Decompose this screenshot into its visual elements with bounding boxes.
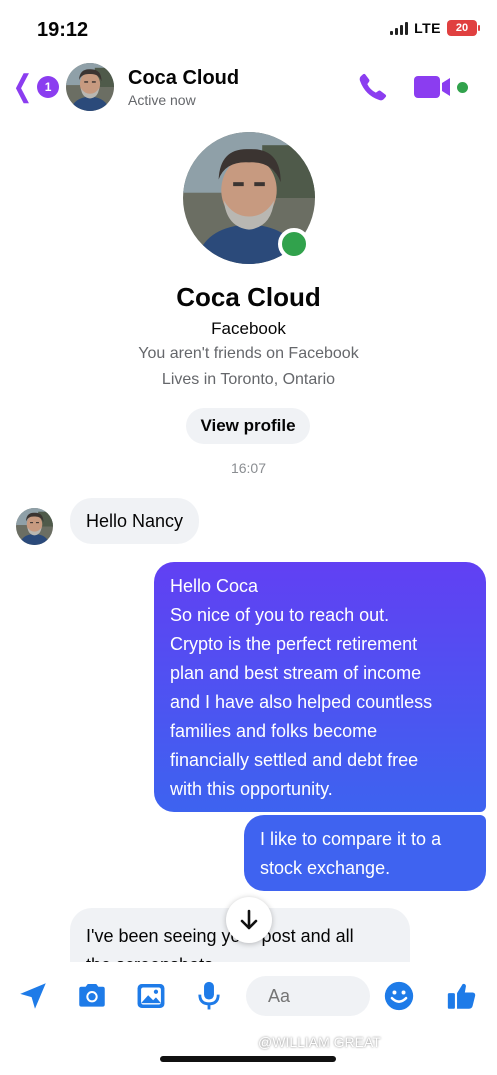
- status-indicators: LTE 20: [390, 20, 480, 36]
- message-line: stock exchange.: [260, 858, 391, 878]
- video-camera-icon: [414, 76, 450, 98]
- sender-avatar[interactable]: [16, 508, 53, 545]
- message-line: financially settled and debt free: [170, 750, 419, 770]
- message-line: Crypto is the perfect retirement: [170, 634, 418, 654]
- gallery-button[interactable]: [134, 979, 168, 1013]
- emoji-button[interactable]: [382, 979, 416, 1013]
- message-line: So nice of you to reach out.: [170, 605, 390, 625]
- incoming-message[interactable]: Hello Nancy: [70, 498, 200, 544]
- profile-platform: Facebook: [211, 319, 286, 338]
- view-profile-button[interactable]: View profile: [186, 408, 310, 444]
- message-composer: @WILLIAM GREAT: [0, 962, 497, 1075]
- share-location-button[interactable]: [16, 979, 50, 1013]
- message-timestamp: 16:07: [230, 460, 267, 476]
- message-text: Hello Nancy: [86, 510, 184, 531]
- sender-avatar-image: [16, 508, 53, 545]
- active-status: Active now: [128, 92, 196, 108]
- contact-name[interactable]: Coca Cloud: [128, 67, 239, 90]
- network-label: LTE: [414, 20, 441, 36]
- call-button[interactable]: [356, 70, 390, 104]
- microphone-icon: [198, 981, 220, 1010]
- status-bar: 19:12 LTE 20: [0, 0, 497, 56]
- arrow-down-icon: [240, 909, 258, 930]
- emoji-icon: [384, 981, 414, 1011]
- message-line: with this opportunity.: [170, 779, 333, 799]
- message-line: Hello Coca: [170, 576, 259, 596]
- home-indicator[interactable]: [160, 1056, 336, 1062]
- profile-name: Coca Cloud: [176, 282, 321, 312]
- signal-icon: [390, 21, 409, 35]
- message-line: I like to compare it to a: [260, 829, 442, 849]
- avatar-image: [66, 63, 114, 111]
- message-line: families and folks become: [170, 721, 378, 741]
- battery-icon: 20: [447, 20, 480, 36]
- profile-online-indicator: [278, 228, 310, 260]
- outgoing-message[interactable]: Hello Coca So nice of you to reach out. …: [154, 562, 486, 812]
- avatar[interactable]: [66, 63, 114, 111]
- phone-icon: [359, 73, 387, 101]
- camera-icon: [79, 983, 105, 1007]
- image-icon: [137, 983, 165, 1009]
- unread-badge: 1: [37, 76, 60, 98]
- message-line: plan and best stream of income: [170, 663, 422, 683]
- battery-level: 20: [455, 22, 469, 34]
- chat-header: ❮ 1 Coca Cloud Active now: [0, 56, 497, 120]
- online-indicator: [457, 82, 468, 93]
- camera-button[interactable]: [75, 979, 109, 1013]
- composer-fade: [0, 962, 497, 976]
- outgoing-message[interactable]: I like to compare it to a stock exchange…: [244, 815, 486, 891]
- status-time: 19:12: [37, 19, 89, 41]
- location-arrow-icon: [20, 983, 46, 1009]
- thumbs-up-icon: [447, 983, 476, 1009]
- chevron-left-icon: ❮: [12, 70, 33, 103]
- like-button[interactable]: [445, 979, 479, 1013]
- back-button[interactable]: ❮ 1: [10, 70, 60, 103]
- friend-status: You aren't friends on Facebook: [138, 345, 359, 362]
- video-call-button[interactable]: [412, 74, 452, 100]
- profile-location: Lives in Toronto, Ontario: [161, 371, 336, 388]
- message-line: and I have also helped countless: [170, 692, 433, 712]
- scroll-to-bottom-button[interactable]: [226, 897, 272, 943]
- watermark: @WILLIAM GREAT: [258, 1034, 381, 1050]
- message-input[interactable]: [246, 976, 370, 1016]
- voice-message-button[interactable]: [192, 979, 226, 1013]
